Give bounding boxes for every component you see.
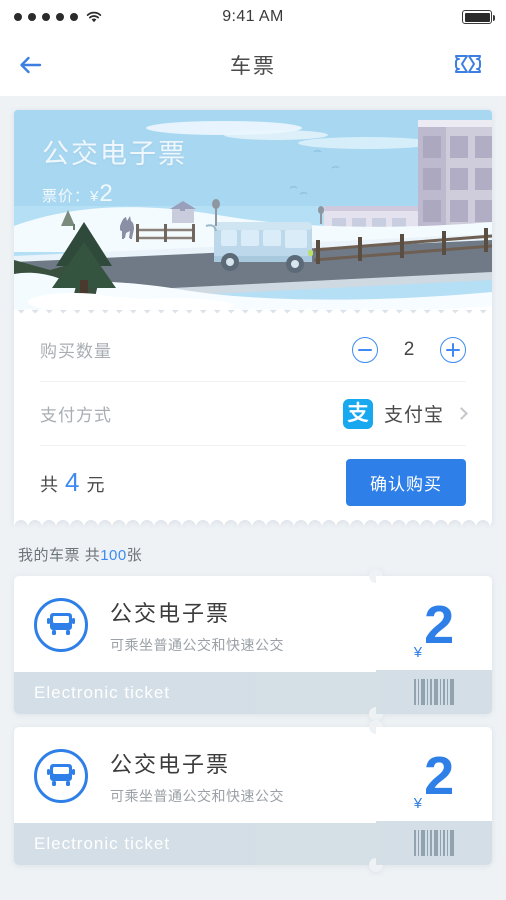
payment-method-name: 支付宝 [383, 405, 444, 426]
banner-fare-currency: ¥ [90, 188, 100, 205]
banner-fare: 票价：¥2 [42, 180, 187, 208]
confirm-purchase-button[interactable]: 确认购买 [346, 458, 466, 506]
scalloped-edge-divider [14, 517, 492, 527]
chevron-right-icon [455, 407, 468, 420]
quantity-label: 购买数量 [40, 342, 112, 361]
quantity-value: 2 [403, 338, 415, 360]
ticket-currency: ¥ [413, 644, 423, 661]
purchase-card: 公交电子票 票价：¥2 购买数量 2 支付方式 支 支付宝 共 4 元 确认购买 [14, 110, 492, 527]
torn-edge-divider [14, 309, 492, 318]
my-tickets-title: 我的车票 [18, 547, 81, 564]
ticket-subtitle: 可乘坐普通公交和快速公交 [110, 636, 284, 653]
my-tickets-count: 100 [100, 547, 127, 564]
total-amount: 共 4 元 [40, 467, 104, 498]
ticket-price-side: ¥ 2 [376, 727, 492, 865]
ticket-currency: ¥ [413, 795, 423, 812]
banner-title: 公交电子票 [42, 139, 187, 169]
total-row: 共 4 元 确认购买 [40, 446, 466, 518]
status-bar-right [462, 10, 495, 24]
purchase-panel: 购买数量 2 支付方式 支 支付宝 共 4 元 确认购买 [14, 318, 492, 518]
status-bar: 9:41 AM [0, 0, 506, 34]
ticket-band-text: Electronic ticket [14, 823, 376, 865]
total-unit: 元 [86, 474, 105, 495]
ticket-subtitle: 可乘坐普通公交和快速公交 [110, 787, 284, 804]
payment-method-label: 支付方式 [40, 406, 112, 425]
barcode-icon [376, 821, 492, 865]
bus-icon [34, 749, 88, 803]
ticket-body: 公交电子票 可乘坐普通公交和快速公交 [14, 727, 376, 823]
my-tickets-count-label: 共 [84, 547, 101, 564]
scroll-content: 公交电子票 票价：¥2 购买数量 2 支付方式 支 支付宝 共 4 元 确认购买… [0, 110, 506, 888]
quantity-row: 购买数量 2 [40, 318, 466, 382]
decrease-quantity-button[interactable] [352, 336, 378, 363]
ticket-title: 公交电子票 [110, 751, 231, 777]
nav-bar: 车票 [0, 34, 506, 96]
bus-icon [34, 598, 88, 652]
ticket-texts: 公交电子票 可乘坐普通公交和快速公交 [110, 747, 284, 806]
status-bar-time: 9:41 AM [222, 8, 284, 25]
quantity-stepper: 2 [352, 336, 466, 363]
ticket-title: 公交电子票 [110, 600, 231, 626]
my-tickets-heading: 我的车票 共100张 [0, 527, 506, 576]
ticket-price: ¥ 2 [376, 576, 492, 670]
ticket-texts: 公交电子票 可乘坐普通公交和快速公交 [110, 596, 284, 655]
ticket-banner: 公交电子票 票价：¥2 [14, 110, 492, 310]
app-screen: 9:41 AM 车票 公交电子票 票价：¥2 购买数量 2 支付方式 支 支付宝… [0, 0, 506, 900]
banner-text-group: 公交电子票 票价：¥2 [42, 132, 187, 208]
page-title: 车票 [230, 55, 276, 78]
ticket-main: 公交电子票 可乘坐普通公交和快速公交 Electronic ticket [14, 576, 376, 714]
increase-quantity-button[interactable] [440, 336, 466, 363]
table-row[interactable]: 公交电子票 可乘坐普通公交和快速公交 Electronic ticket ¥ 2 [14, 720, 492, 872]
payment-method-value: 支 支付宝 [342, 398, 468, 429]
ticket-band-text: Electronic ticket [14, 672, 376, 714]
ticket-price-side: ¥ 2 [376, 576, 492, 714]
battery-full-icon [462, 10, 495, 24]
ticket-main: 公交电子票 可乘坐普通公交和快速公交 Electronic ticket [14, 727, 376, 865]
total-value: 4 [65, 466, 80, 497]
payment-method-row[interactable]: 支付方式 支 支付宝 [40, 382, 468, 446]
ticket-price-value: 2 [424, 595, 455, 655]
alipay-icon: 支 [342, 398, 373, 429]
total-prefix: 共 [40, 474, 58, 495]
ticket-price-value: 2 [424, 746, 455, 806]
banner-fare-label: 票价： [42, 188, 91, 205]
my-tickets-count-unit: 张 [126, 547, 143, 564]
banner-fare-value: 2 [99, 180, 114, 207]
barcode-icon [376, 670, 492, 714]
table-row[interactable]: 公交电子票 可乘坐普通公交和快速公交 Electronic ticket ¥ 2 [14, 569, 492, 721]
ticket-price: ¥ 2 [376, 727, 492, 821]
ticket-body: 公交电子票 可乘坐普通公交和快速公交 [14, 576, 376, 672]
